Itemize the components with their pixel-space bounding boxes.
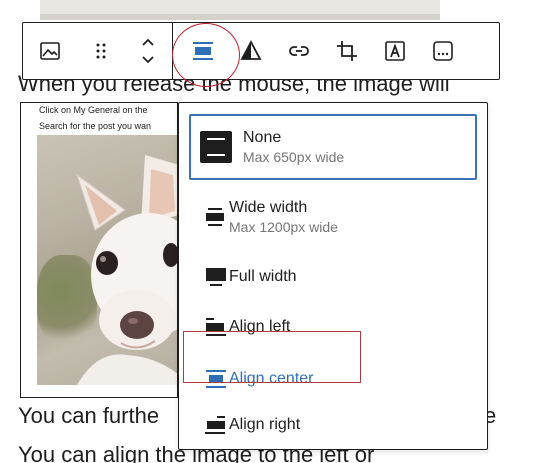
align-option-info: Max 1200px wide (229, 219, 338, 235)
align-button[interactable] (179, 23, 227, 79)
more-options-icon (433, 41, 453, 61)
image-caption-line: Search for the post you wan (39, 121, 152, 131)
align-option-center[interactable]: Align center (189, 357, 477, 401)
duotone-filter-icon (240, 40, 262, 60)
dog-illustration (76, 155, 177, 385)
image-caption-line: Click on My General on the (39, 105, 148, 115)
align-option-label: None (243, 129, 282, 146)
align-option-right[interactable]: Align right (189, 403, 477, 447)
align-left-icon (189, 315, 229, 339)
paragraph-text: You can furthe (18, 403, 160, 428)
align-option-label: Align left (229, 318, 291, 335)
align-center-icon (193, 42, 213, 60)
text-overlay-button[interactable] (371, 23, 419, 79)
align-option-wide[interactable]: Wide width Max 1200px wide (189, 189, 477, 245)
align-wide-icon (189, 205, 229, 229)
align-option-label: Align center (229, 370, 314, 387)
align-none-icon (191, 130, 243, 164)
toolbar-group-tools (173, 23, 467, 79)
align-option-label: Align right (229, 416, 301, 433)
more-options-button[interactable] (419, 23, 467, 79)
drag-handle-button[interactable] (78, 23, 125, 79)
link-icon (289, 46, 309, 56)
block-type-button[interactable] (23, 23, 78, 79)
image-block[interactable]: Click on My General on the Search for th… (20, 102, 178, 398)
crop-button[interactable] (323, 23, 371, 79)
align-option-info: Max 650px wide (243, 149, 345, 165)
block-toolbar (22, 22, 500, 80)
crop-icon (337, 41, 357, 61)
align-option-left[interactable]: Align left (189, 305, 477, 349)
previous-image-strip (40, 0, 440, 20)
alignment-menu: None Max 650px wide Wide width Max 1200p… (178, 102, 488, 450)
drag-handle-icon (96, 43, 106, 59)
align-center-icon (189, 367, 229, 391)
move-up-down-icon (142, 38, 155, 64)
move-up-down-button[interactable] (125, 23, 172, 79)
align-right-icon (189, 413, 229, 437)
align-option-label: Wide width (229, 199, 308, 216)
align-option-full[interactable]: Full width (189, 255, 477, 299)
link-button[interactable] (275, 23, 323, 79)
align-full-icon (189, 265, 229, 289)
toolbar-group-block (23, 23, 173, 79)
image-icon (40, 42, 61, 60)
dog-photo (37, 135, 177, 385)
text-overlay-icon (385, 41, 405, 61)
align-option-none[interactable]: None Max 650px wide (189, 114, 477, 180)
align-option-label: Full width (229, 268, 297, 285)
duotone-button[interactable] (227, 23, 275, 79)
